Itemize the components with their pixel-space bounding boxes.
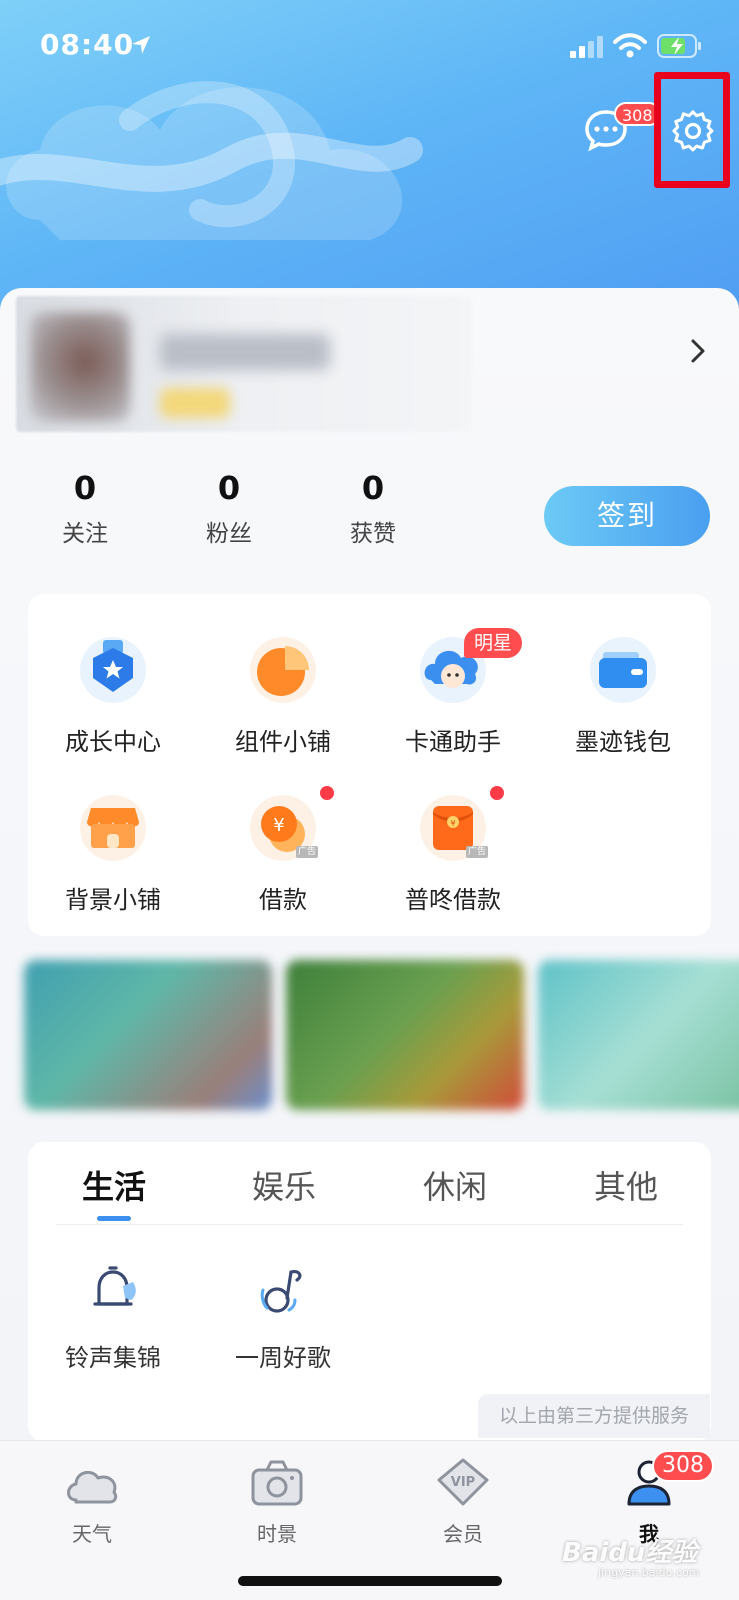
home-indicator[interactable] bbox=[238, 1576, 502, 1586]
growth-medal-icon bbox=[80, 637, 146, 703]
svg-text:¥: ¥ bbox=[450, 819, 455, 828]
tool-loan[interactable]: ¥ 借款 bbox=[198, 790, 368, 915]
stat-following-value: 0 bbox=[73, 469, 97, 507]
nav-scenery[interactable]: 时景 bbox=[222, 1456, 332, 1547]
tool-label: 组件小铺 bbox=[235, 728, 331, 756]
music-note-icon bbox=[260, 1270, 302, 1313]
stat-fans-label: 粉丝 bbox=[206, 521, 252, 547]
stat-likes-label: 获赞 bbox=[350, 521, 396, 547]
avatar[interactable] bbox=[30, 312, 130, 422]
banner-item[interactable] bbox=[286, 960, 524, 1110]
nav-me-badge: 308 bbox=[652, 1450, 714, 1482]
nav-label: 会员 bbox=[443, 1522, 483, 1546]
nav-vip[interactable]: VIP 会员 bbox=[408, 1456, 518, 1547]
tool-label: 卡通助手 bbox=[405, 728, 501, 756]
tool-wallet[interactable]: 墨迹钱包 bbox=[538, 632, 708, 757]
banner-item[interactable] bbox=[538, 960, 739, 1110]
service-weekly-songs[interactable]: 一周好歌 bbox=[208, 1258, 358, 1373]
tool-label: 普咚借款 bbox=[405, 886, 501, 914]
watermark-logo: Baidu经验 bbox=[562, 1538, 698, 1568]
vip-icon: VIP bbox=[437, 1458, 489, 1506]
status-time: 08:40 bbox=[40, 28, 135, 61]
svg-text:VIP: VIP bbox=[451, 1475, 475, 1490]
settings-gear-icon[interactable] bbox=[672, 110, 714, 152]
loan-red-dot bbox=[320, 786, 334, 800]
nav-label: 天气 bbox=[72, 1522, 112, 1546]
tab-entertainment[interactable]: 娱乐 bbox=[252, 1162, 316, 1208]
tool-label: 成长中心 bbox=[65, 728, 161, 756]
third-party-note: 以上由第三方提供服务 bbox=[478, 1394, 710, 1438]
stat-following[interactable]: 0 关注 bbox=[35, 468, 135, 548]
nav-weather[interactable]: 天气 bbox=[37, 1456, 147, 1547]
stat-likes-value: 0 bbox=[361, 469, 385, 507]
tab-leisure[interactable]: 休闲 bbox=[423, 1162, 487, 1208]
tool-background-shop[interactable]: 背景小铺 bbox=[28, 790, 198, 915]
tool-label: 墨迹钱包 bbox=[575, 728, 671, 756]
cloud-icon bbox=[67, 1470, 118, 1504]
tool-growth-center[interactable]: 成长中心 bbox=[28, 632, 198, 757]
stat-likes[interactable]: 0 获赞 bbox=[323, 468, 423, 548]
signal-icon bbox=[570, 36, 603, 58]
nav-label: 时景 bbox=[257, 1522, 297, 1546]
service-ringtones[interactable]: 铃声集锦 bbox=[38, 1258, 188, 1373]
tool-label: 借款 bbox=[259, 886, 307, 914]
svg-text:¥: ¥ bbox=[273, 815, 284, 836]
service-label: 铃声集锦 bbox=[65, 1344, 161, 1372]
banner-item[interactable] bbox=[24, 960, 272, 1110]
bell-icon bbox=[93, 1266, 136, 1306]
battery-charging-icon bbox=[657, 34, 701, 58]
watermark-url: jingyan.baidu.com bbox=[598, 1566, 700, 1579]
location-arrow-icon bbox=[132, 36, 150, 54]
stat-fans[interactable]: 0 粉丝 bbox=[179, 468, 279, 548]
checkin-button[interactable]: 签到 bbox=[544, 486, 710, 546]
banner-carousel[interactable] bbox=[10, 950, 739, 1122]
active-tab-indicator bbox=[97, 1216, 131, 1221]
pudong-loan-red-dot bbox=[490, 786, 504, 800]
wifi-icon bbox=[613, 33, 647, 58]
ad-tag: 广告 bbox=[296, 846, 319, 858]
wallet-icon bbox=[590, 637, 656, 703]
status-bar: 08:40 bbox=[0, 0, 739, 90]
username-blurred bbox=[160, 334, 330, 370]
background-shop-icon bbox=[80, 795, 146, 861]
camera-icon bbox=[251, 1460, 303, 1506]
star-badge: 明星 bbox=[464, 628, 523, 658]
tab-divider bbox=[56, 1224, 683, 1225]
ad-tag: 广告 bbox=[466, 846, 489, 858]
tab-other[interactable]: 其他 bbox=[594, 1162, 658, 1208]
chevron-right-icon[interactable] bbox=[690, 338, 706, 364]
tool-widget-shop[interactable]: 组件小铺 bbox=[198, 632, 368, 757]
level-badge-blurred bbox=[160, 388, 230, 418]
stat-fans-value: 0 bbox=[217, 469, 241, 507]
service-label: 一周好歌 bbox=[235, 1344, 331, 1372]
stat-following-label: 关注 bbox=[62, 521, 108, 547]
widget-pie-icon bbox=[250, 637, 316, 703]
tool-label: 背景小铺 bbox=[65, 886, 161, 914]
tab-life[interactable]: 生活 bbox=[82, 1162, 146, 1208]
tool-pudong-loan[interactable]: ¥ 普咚借款 bbox=[368, 790, 538, 915]
